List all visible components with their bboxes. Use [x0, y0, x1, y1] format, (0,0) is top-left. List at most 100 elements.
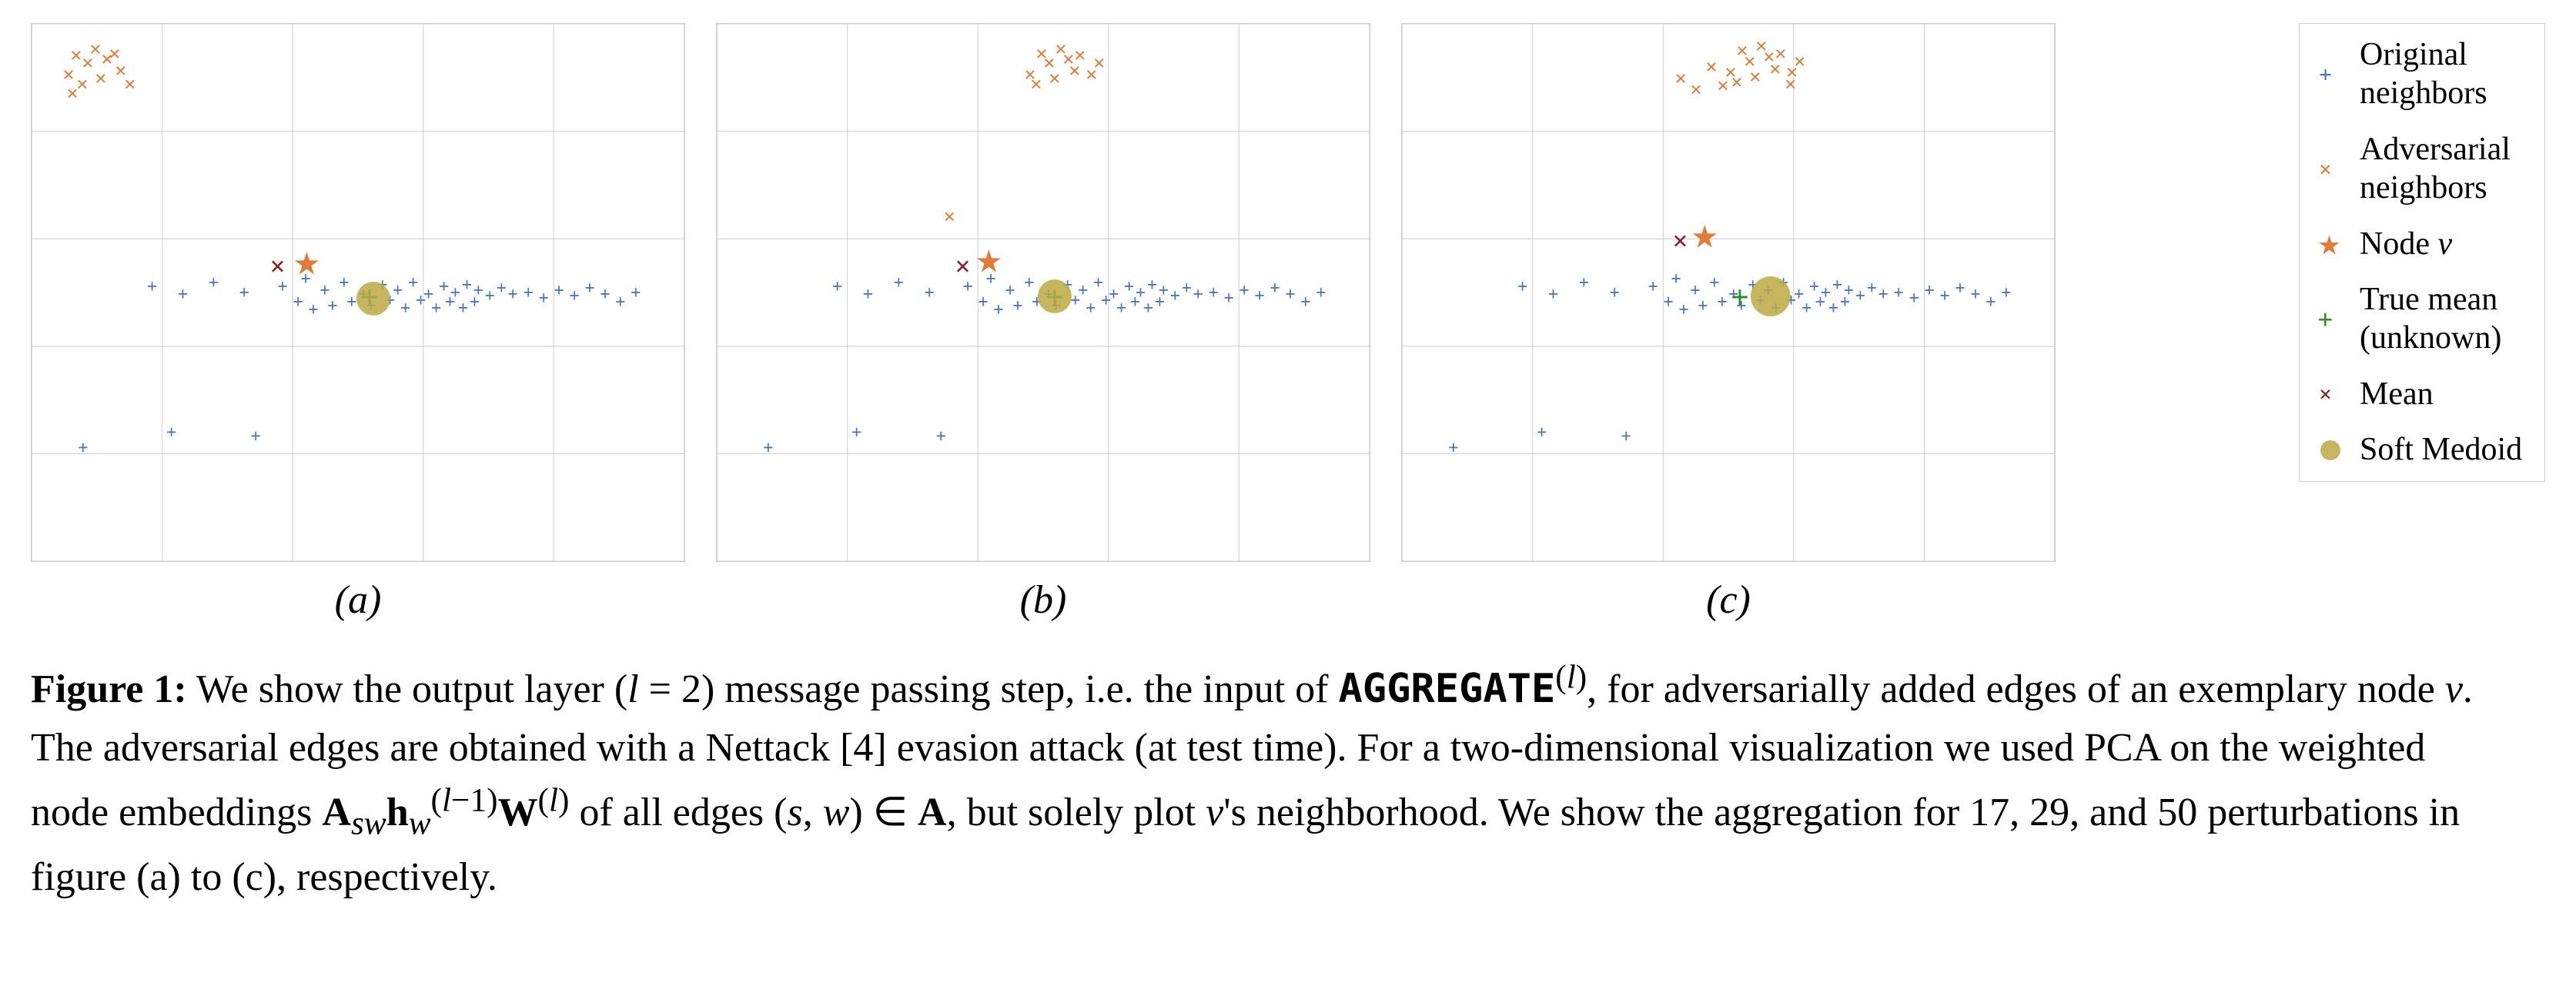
svg-text:+: +: [1909, 289, 1919, 309]
legend-star-icon: ★: [2315, 230, 2346, 257]
svg-text:+: +: [166, 423, 177, 443]
svg-text:+: +: [1130, 293, 1141, 313]
svg-text:+: +: [1828, 299, 1839, 319]
svg-text:+: +: [1609, 283, 1620, 303]
legend-adversarial-label: Adversarialneighbors: [2360, 130, 2511, 208]
svg-text:+: +: [1143, 299, 1154, 319]
node-v-c: ★: [1692, 222, 1717, 252]
caption-text: Figure 1: We show the output layer (l = …: [31, 667, 2473, 898]
svg-text:+: +: [1181, 279, 1192, 299]
svg-text:+: +: [851, 423, 862, 443]
mean-marker-c: ×: [1672, 226, 1688, 256]
svg-text:+: +: [496, 279, 507, 299]
caption-area: Figure 1: We show the output layer (l = …: [31, 654, 2494, 906]
svg-text:+: +: [1285, 285, 1296, 305]
svg-text:+: +: [1116, 299, 1127, 319]
plot-c-label: (c): [1706, 577, 1751, 623]
svg-text:+: +: [1698, 296, 1708, 316]
svg-text:+: +: [2317, 306, 2333, 333]
svg-text:+: +: [1709, 273, 1720, 293]
svg-text:+: +: [978, 293, 989, 313]
legend-soft-medoid-label: Soft Medoid: [2360, 430, 2522, 469]
svg-text:×: ×: [1731, 71, 1743, 95]
legend-node-v-label: Node v: [2360, 225, 2452, 263]
svg-text:+: +: [2001, 283, 2012, 303]
legend-plus-icon: +: [2315, 61, 2346, 88]
mean-marker-b: ×: [955, 251, 970, 282]
svg-text:×: ×: [1755, 35, 1768, 59]
svg-text:×: ×: [1674, 67, 1687, 91]
svg-text:+: +: [431, 299, 442, 319]
legend-mean: × Mean: [2315, 375, 2529, 413]
legend-x-orange-icon: ×: [2315, 155, 2346, 182]
svg-text:+: +: [1448, 438, 1459, 458]
plot-b: × × × × × × × × × × × ×: [716, 23, 1370, 562]
node-v-a: ★: [294, 249, 319, 279]
soft-medoid-a: [356, 282, 390, 316]
node-v-b: ★: [976, 246, 1001, 277]
svg-text:×: ×: [1093, 52, 1106, 75]
legend-soft-medoid: Soft Medoid: [2315, 430, 2529, 469]
svg-text:+: +: [327, 296, 338, 316]
svg-text:+: +: [1866, 279, 1877, 299]
svg-text:×: ×: [1736, 39, 1748, 63]
svg-text:+: +: [763, 438, 774, 458]
plot-c: × × × × × × × × × × × × × ×: [1401, 23, 2056, 562]
svg-text:+: +: [308, 300, 319, 320]
svg-text:+: +: [339, 273, 350, 293]
svg-text:+: +: [507, 285, 518, 305]
svg-text:+: +: [1223, 289, 1234, 309]
svg-text:+: +: [1012, 296, 1023, 316]
svg-text:×: ×: [70, 44, 82, 68]
svg-text:+: +: [538, 289, 549, 309]
soft-medoid-b: [1038, 279, 1072, 313]
svg-text:+: +: [1070, 291, 1081, 311]
svg-text:+: +: [485, 286, 496, 306]
svg-text:×: ×: [1769, 58, 1781, 82]
svg-text:+: +: [1193, 285, 1203, 305]
svg-text:+: +: [615, 293, 626, 313]
legend-circle-icon: [2315, 436, 2346, 463]
svg-text:+: +: [1155, 293, 1166, 313]
svg-text:×: ×: [1035, 42, 1048, 66]
svg-text:×: ×: [66, 82, 79, 106]
svg-text:+: +: [993, 300, 1004, 320]
svg-text:×: ×: [1749, 65, 1761, 89]
svg-text:+: +: [78, 438, 89, 458]
svg-text:+: +: [523, 283, 534, 303]
svg-text:+: +: [1924, 281, 1935, 301]
svg-text:×: ×: [1055, 38, 1067, 62]
svg-text:+: +: [1970, 285, 1981, 305]
svg-text:×: ×: [1049, 67, 1061, 91]
svg-text:+: +: [1300, 293, 1311, 313]
svg-text:+: +: [1893, 283, 1904, 303]
plots-area: × × × × × × × × × × ×: [31, 23, 2276, 623]
svg-text:×: ×: [1690, 79, 1702, 102]
svg-text:+: +: [1517, 277, 1528, 297]
svg-text:+: +: [1648, 277, 1658, 297]
svg-text:+: +: [1986, 293, 1996, 313]
legend-green-plus-icon: +: [2315, 306, 2346, 333]
plot-a: × × × × × × × × × × ×: [31, 23, 685, 562]
svg-text:+: +: [935, 426, 946, 446]
svg-text:+: +: [863, 285, 874, 305]
svg-text:+: +: [554, 281, 564, 301]
legend-original-neighbors: + Originalneighbors: [2315, 35, 2529, 113]
svg-text:+: +: [1678, 300, 1689, 320]
svg-text:+: +: [1663, 293, 1674, 313]
svg-text:×: ×: [1785, 73, 1797, 97]
legend-true-mean-label: True mean(unknown): [2360, 280, 2501, 358]
svg-text:+: +: [1802, 299, 1812, 319]
svg-text:+: +: [445, 293, 456, 313]
svg-text:×: ×: [1794, 50, 1806, 74]
svg-text:×: ×: [124, 73, 136, 97]
svg-text:+: +: [2319, 62, 2332, 88]
plots-row: × × × × × × × × × × ×: [31, 23, 2545, 623]
svg-text:+: +: [569, 286, 580, 306]
svg-text:+: +: [584, 279, 595, 299]
svg-text:+: +: [1270, 279, 1280, 299]
svg-text:+: +: [1170, 286, 1181, 306]
svg-text:×: ×: [1030, 73, 1042, 97]
true-mean-c: +: [1731, 280, 1749, 316]
svg-text:+: +: [1815, 293, 1826, 313]
